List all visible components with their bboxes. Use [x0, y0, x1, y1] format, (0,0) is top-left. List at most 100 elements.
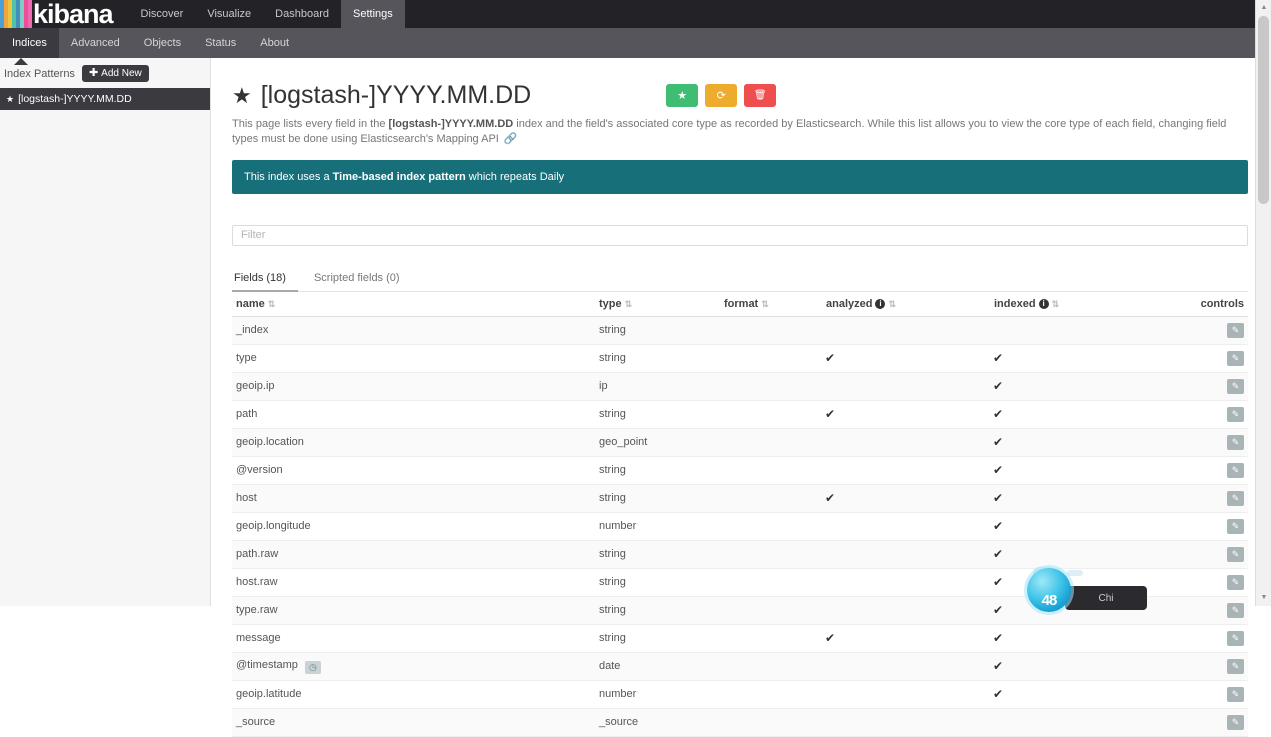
tab-fields[interactable]: Fields (18): [232, 266, 298, 292]
cell-field-analyzed: [822, 540, 990, 569]
subnav-item-status[interactable]: Status: [193, 28, 248, 58]
cell-field-analyzed: [822, 596, 990, 625]
description-pre: This page lists every field in the: [232, 118, 389, 131]
check-icon: ✔: [993, 491, 1004, 506]
cell-controls: ✎: [1158, 652, 1248, 681]
tab-scripted-fields[interactable]: Scripted fields (0): [312, 266, 412, 292]
cell-field-type: date: [595, 652, 720, 681]
column-label-type: type: [599, 297, 622, 310]
indices-tab-caret-icon: [14, 58, 28, 65]
cell-field-type: geo_point: [595, 428, 720, 457]
table-row: host.raw string ✔ ✎: [232, 568, 1248, 597]
description-index-name: [logstash-]YYYY.MM.DD: [388, 118, 514, 131]
page-body: Index Patterns ✚ Add New ★ [logstash-]YY…: [0, 58, 1271, 737]
edit-field-button[interactable]: ✎: [1227, 378, 1244, 394]
table-row: geoip.longitude number ✔ ✎: [232, 512, 1248, 541]
info-icon[interactable]: i: [875, 298, 886, 309]
column-header-type[interactable]: type ⇅: [595, 291, 720, 317]
cell-field-analyzed: [822, 568, 990, 597]
column-label-indexed: indexed: [994, 297, 1036, 310]
edit-field-button[interactable]: ✎: [1227, 714, 1244, 730]
cell-field-name: geoip.longitude: [232, 512, 595, 541]
plus-icon: ✚: [88, 67, 99, 79]
check-icon: ✔: [993, 659, 1004, 674]
cell-field-analyzed: ✔: [822, 344, 990, 373]
fields-tabs: Fields (18) Scripted fields (0): [232, 266, 1248, 292]
edit-field-button[interactable]: ✎: [1227, 686, 1244, 702]
alert-pre: This index uses a: [244, 170, 333, 183]
nav-item-discover[interactable]: Discover: [129, 0, 196, 28]
edit-field-button[interactable]: ✎: [1227, 490, 1244, 506]
check-icon: ✔: [993, 351, 1004, 366]
cell-field-name: geoip.location: [232, 428, 595, 457]
active-tab-caret-icon: [349, 27, 363, 34]
logo-bar: [28, 0, 32, 28]
sort-icon: ⇅: [624, 298, 633, 309]
subnav-item-about[interactable]: About: [248, 28, 301, 58]
table-row: type.raw string ✔ ✎: [232, 596, 1248, 625]
chain-icon[interactable]: 🔗: [504, 133, 518, 145]
field-name-text: type.raw: [236, 604, 278, 617]
sidebar-header: Index Patterns ✚ Add New: [0, 58, 210, 88]
edit-field-button[interactable]: ✎: [1227, 518, 1244, 534]
cell-field-analyzed: [822, 708, 990, 737]
edit-field-button[interactable]: ✎: [1227, 658, 1244, 674]
subnav-item-objects[interactable]: Objects: [132, 28, 193, 58]
field-name-text: _index: [236, 324, 269, 337]
nav-item-visualize[interactable]: Visualize: [195, 0, 263, 28]
cell-field-format: [720, 372, 822, 401]
sidebar-item-label: [logstash-]YYYY.MM.DD: [18, 93, 132, 105]
info-icon[interactable]: i: [1038, 298, 1049, 309]
refresh-fields-button[interactable]: ⟳: [705, 83, 738, 107]
scroll-up-arrow-icon[interactable]: ▲: [1256, 0, 1271, 16]
cell-field-indexed: ✔: [990, 344, 1158, 373]
edit-field-button[interactable]: ✎: [1227, 406, 1244, 422]
trash-icon: 🗑: [753, 89, 767, 101]
column-header-name[interactable]: name ⇅: [232, 291, 595, 317]
subnav-item-indices[interactable]: Indices: [0, 28, 59, 58]
check-icon: ✔: [993, 435, 1004, 450]
cell-field-type: number: [595, 680, 720, 709]
top-nav-items: Discover Visualize Dashboard Settings: [129, 0, 405, 28]
field-name-text: message: [236, 632, 281, 645]
main-content: ★ [logstash-]YYYY.MM.DD ★ ⟳ 🗑 This page …: [211, 58, 1271, 737]
edit-field-button[interactable]: ✎: [1227, 574, 1244, 590]
kibana-logo: kibana: [0, 0, 114, 28]
column-header-indexed[interactable]: indexed i ⇅: [990, 291, 1158, 317]
edit-field-button[interactable]: ✎: [1227, 462, 1244, 478]
edit-field-button[interactable]: ✎: [1227, 350, 1244, 366]
scrollbar-thumb[interactable]: [1258, 16, 1269, 204]
edit-field-button[interactable]: ✎: [1227, 630, 1244, 646]
settings-sub-navigation: Indices Advanced Objects Status About: [0, 27, 1271, 65]
cell-field-analyzed: [822, 512, 990, 541]
delete-index-pattern-button[interactable]: 🗑: [744, 83, 777, 107]
edit-field-button[interactable]: ✎: [1227, 546, 1244, 562]
sidebar-item-logstash-pattern[interactable]: ★ [logstash-]YYYY.MM.DD: [0, 88, 210, 110]
index-patterns-sidebar: Index Patterns ✚ Add New ★ [logstash-]YY…: [0, 58, 211, 606]
cell-controls: ✎: [1158, 680, 1248, 709]
cell-controls: ✎: [1158, 400, 1248, 429]
check-icon: ✔: [825, 351, 836, 366]
add-new-index-pattern-button[interactable]: ✚ Add New: [81, 65, 149, 82]
cell-field-analyzed: ✔: [822, 484, 990, 513]
cell-field-indexed: ✔: [990, 484, 1158, 513]
cell-field-analyzed: [822, 456, 990, 485]
edit-field-button[interactable]: ✎: [1227, 322, 1244, 338]
cell-field-type: string: [595, 568, 720, 597]
vertical-scrollbar[interactable]: ▲ ▼: [1255, 0, 1271, 606]
cell-controls: ✎: [1158, 344, 1248, 373]
edit-field-button[interactable]: ✎: [1227, 434, 1244, 450]
refresh-icon: ⟳: [716, 89, 726, 102]
column-header-format[interactable]: format ⇅: [720, 291, 822, 317]
nav-item-dashboard[interactable]: Dashboard: [263, 0, 341, 28]
column-header-analyzed[interactable]: analyzed i ⇅: [822, 291, 990, 317]
cell-field-type: number: [595, 512, 720, 541]
filter-input[interactable]: [232, 224, 1248, 246]
cell-field-indexed: ✔: [990, 568, 1158, 597]
cell-field-format: [720, 652, 822, 681]
scroll-down-arrow-icon[interactable]: ▼: [1256, 590, 1271, 606]
edit-field-button[interactable]: ✎: [1227, 602, 1244, 618]
subnav-item-advanced[interactable]: Advanced: [59, 28, 132, 58]
nav-item-settings[interactable]: Settings: [341, 0, 405, 28]
set-default-index-button[interactable]: ★: [666, 83, 699, 107]
